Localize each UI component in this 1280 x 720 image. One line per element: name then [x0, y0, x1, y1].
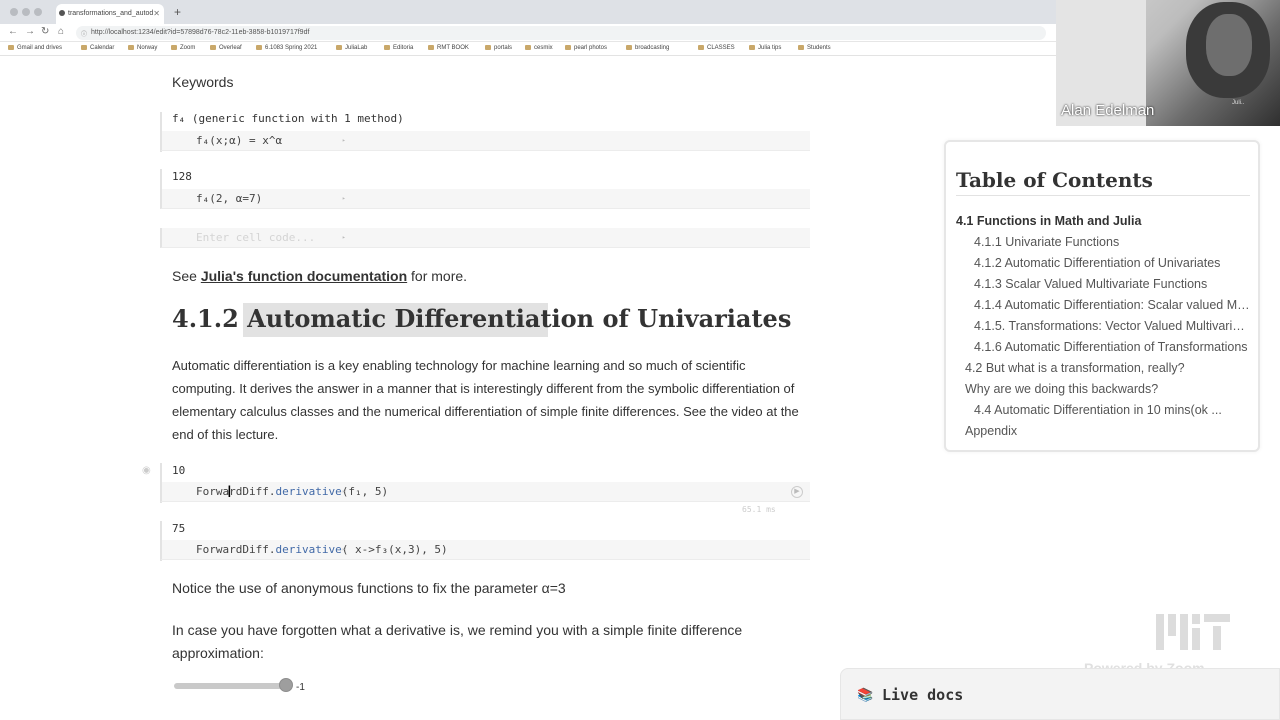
cell-code-text: f₄(x;α) = x^α: [196, 134, 283, 147]
bookmark-item[interactable]: Gmail and drives: [8, 45, 62, 51]
fold-toggle-icon[interactable]: ▸: [342, 234, 346, 241]
fold-toggle-icon[interactable]: ▸: [342, 488, 346, 495]
fold-toggle-icon[interactable]: ▸: [342, 137, 346, 144]
browser-tabstrip: transformations_and_autod ✕ +: [0, 0, 1056, 24]
live-docs-label: Live docs: [882, 686, 964, 704]
bookmark-item[interactable]: Students: [798, 45, 831, 51]
back-icon[interactable]: ←: [8, 26, 18, 38]
intro-paragraph: Automatic differentiation is a key enabl…: [172, 358, 799, 442]
window-maximize-icon[interactable]: [34, 8, 42, 16]
code-function: derivative: [275, 485, 342, 498]
run-cell-button[interactable]: ▶: [791, 486, 803, 498]
toc-divider: [956, 195, 1250, 196]
toc-item[interactable]: 4.1.1 Univariate Functions: [974, 235, 1250, 249]
bookmark-item[interactable]: Julia tips: [749, 45, 781, 51]
keywords-text: Keywords: [172, 74, 234, 90]
browser-toolbar: ← → ↻ ⌂ ⓘ http://localhost:1234/edit?id=…: [0, 24, 1056, 42]
browser-tab[interactable]: transformations_and_autod ✕: [56, 4, 164, 24]
toc-item[interactable]: 4.4 Automatic Differentiation in 10 mins…: [974, 403, 1250, 417]
participant-name: Alan Edelman: [1061, 102, 1155, 119]
empty-cell-input[interactable]: ▸ Enter cell code...: [160, 228, 810, 248]
bookmark-item[interactable]: JuliaLab: [336, 45, 367, 51]
cell-code-input[interactable]: ▸ ForwardDiff.derivative( x->f₃(x,3), 5): [160, 540, 810, 560]
bookmark-item[interactable]: Norway: [128, 45, 157, 51]
tab-title: transformations_and_autod: [68, 10, 154, 17]
bookmark-item[interactable]: Calendar: [81, 45, 114, 51]
toc-item[interactable]: 4.1.2 Automatic Differentiation of Univa…: [974, 256, 1250, 270]
code-args: (f₁, 5): [341, 485, 389, 498]
bookmark-item[interactable]: Editoria: [384, 45, 413, 51]
text-cursor-icon: I: [227, 482, 232, 501]
window-close-icon[interactable]: [10, 8, 18, 16]
video-corner-tag: Juli..: [1232, 100, 1245, 106]
pluto-favicon-icon: [59, 10, 65, 16]
tab-close-icon[interactable]: ✕: [153, 9, 160, 18]
code-module: ForwardDiff.: [196, 543, 276, 556]
see-suffix: for more.: [407, 268, 468, 284]
slider-track[interactable]: [174, 683, 288, 689]
show-code-eye-icon[interactable]: ◉: [142, 465, 151, 476]
forward-icon[interactable]: →: [25, 26, 35, 38]
cell-code-text: f₄(2, α=7): [196, 192, 263, 205]
reload-icon[interactable]: ↻: [41, 26, 49, 38]
address-bar[interactable]: ⓘ http://localhost:1234/edit?id=57898d76…: [76, 26, 1046, 40]
window-minimize-icon[interactable]: [22, 8, 30, 16]
code-function: derivative: [275, 543, 342, 556]
bookmark-item[interactable]: RMT BOOK: [428, 45, 469, 51]
fold-toggle-icon[interactable]: ▸: [342, 546, 346, 553]
see-docs-text: See Julia's function documentation for m…: [172, 268, 467, 284]
fold-toggle-icon[interactable]: ▸: [342, 195, 346, 202]
book-icon: 📚: [857, 687, 874, 702]
bookmarks-bar: Gmail and drives Calendar Norway Zoom Ov…: [0, 42, 1056, 56]
toc-item[interactable]: 4.1.4 Automatic Differentiation: Scalar …: [974, 298, 1250, 312]
toc-item[interactable]: Appendix: [965, 424, 1250, 438]
toc-item[interactable]: 4.2 But what is a transformation, really…: [965, 361, 1250, 375]
home-icon[interactable]: ⌂: [58, 26, 64, 38]
notice-text: Notice the use of anonymous functions to…: [172, 580, 566, 596]
cell-code-input[interactable]: ▸ f₄(2, α=7): [160, 189, 810, 209]
toc-item[interactable]: 4.1 Functions in Math and Julia: [956, 214, 1252, 228]
see-prefix: See: [172, 268, 201, 284]
bookmark-item[interactable]: CLASSES: [698, 45, 735, 51]
bookmark-item[interactable]: 6.1083 Spring 2021: [256, 45, 317, 51]
new-tab-button[interactable]: +: [174, 5, 181, 19]
code-args: ( x->f₃(x,3), 5): [341, 543, 448, 556]
cell-placeholder: Enter cell code...: [196, 231, 316, 244]
url-text: http://localhost:1234/edit?id=57898d76-7…: [91, 29, 310, 36]
bookmark-item[interactable]: portals: [485, 45, 512, 51]
section-heading: 4.1.2 Automatic Differentiation of Univa…: [172, 304, 792, 333]
mit-logo-icon: [1156, 614, 1230, 650]
cell-runtime: 65.1 ms: [742, 505, 776, 514]
toc-title: Table of Contents: [956, 168, 1153, 192]
cell-output: 128: [172, 170, 192, 183]
toc-item[interactable]: 4.1.5. Transformations: Vector Valued Mu…: [974, 319, 1250, 333]
cell-output: f₄ (generic function with 1 method): [172, 112, 404, 125]
bookmark-item[interactable]: cesmix: [525, 45, 553, 51]
cell-output: 75: [172, 522, 186, 535]
code-module: ForwardDiff.: [196, 485, 276, 498]
toc-item[interactable]: 4.1.6 Automatic Differentiation of Trans…: [974, 340, 1250, 354]
info-icon: ⓘ: [81, 32, 88, 38]
reminder-text: In case you have forgotten what a deriva…: [172, 622, 743, 661]
slider-value: -1: [296, 682, 305, 693]
bookmark-item[interactable]: pearl photos: [565, 45, 607, 51]
cell-code-input[interactable]: ▸ f₄(x;α) = x^α: [160, 131, 810, 151]
bookmark-item[interactable]: Zoom: [171, 45, 195, 51]
live-docs-panel[interactable]: 📚 Live docs: [840, 668, 1280, 720]
bookmark-item[interactable]: broadcasting: [626, 45, 669, 51]
cell-output: 10: [172, 464, 186, 477]
toc-item[interactable]: Why are we doing this backwards?: [965, 382, 1250, 396]
table-of-contents: Table of Contents 4.1 Functions in Math …: [944, 140, 1260, 452]
julia-docs-link[interactable]: Julia's function documentation: [201, 268, 407, 284]
slider-thumb[interactable]: [279, 678, 293, 692]
toc-item[interactable]: 4.1.3 Scalar Valued Multivariate Functio…: [974, 277, 1250, 291]
cell-code-input[interactable]: ▸ ForwardDiff.derivative(f₁, 5): [160, 482, 810, 502]
participant-face-shape: [1206, 14, 1252, 76]
bookmark-item[interactable]: Overleaf: [210, 45, 242, 51]
